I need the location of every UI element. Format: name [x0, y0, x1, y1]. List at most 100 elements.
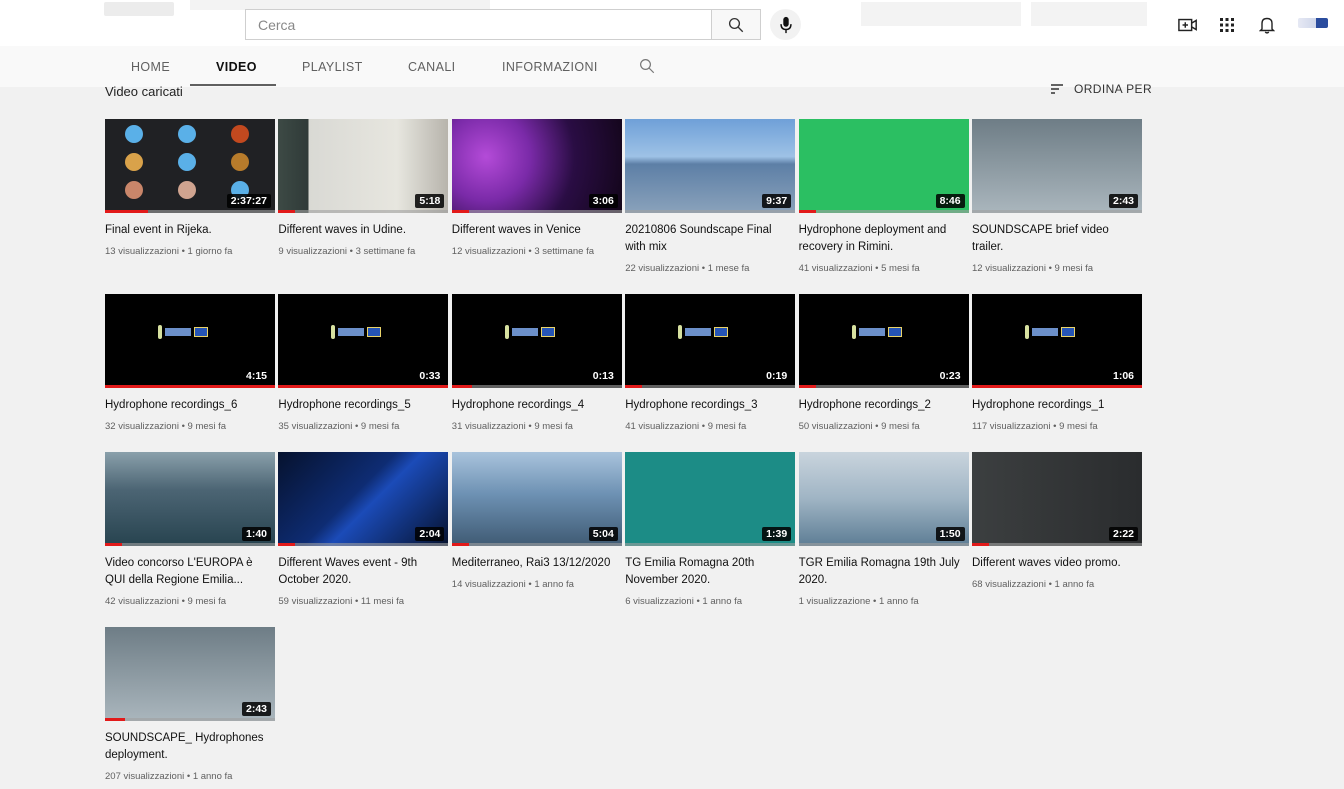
search-button[interactable]	[711, 9, 761, 40]
video-card[interactable]: 5:04 Mediterraneo, Rai3 13/12/2020 14 visu…	[451, 452, 622, 590]
watch-progress-track	[451, 385, 622, 388]
video-card[interactable]: 1:06 Hydrophone recordings_1 117 visualizz…	[972, 294, 1142, 432]
video-meta: 41 visualizzazioni • 9 mesi fa	[625, 421, 747, 432]
video-duration: 5:18	[415, 194, 445, 208]
watch-progress-track	[625, 210, 796, 213]
video-thumbnail[interactable]: 1:39	[625, 452, 796, 546]
video-card[interactable]: 0:13 Hydrophone recordings_4 31 visualizza…	[451, 294, 622, 432]
video-title[interactable]: Different waves in Venice	[452, 222, 622, 239]
search-input-container[interactable]	[245, 9, 711, 40]
video-card[interactable]: 2:43 SOUNDSCAPE_ Hydrophones deployment. 2…	[105, 627, 275, 782]
video-title[interactable]: TGR Emilia Romagna 19th July 2020.	[799, 555, 969, 589]
channel-tab-bar: HOME VIDEO PLAYLIST CANALI INFORMAZIONI	[0, 46, 1344, 87]
video-card[interactable]: 0:23 Hydrophone recordings_2 50 visualizza…	[798, 294, 969, 432]
video-thumbnail[interactable]: 2:43	[105, 627, 275, 721]
video-title[interactable]: Mediterraneo, Rai3 13/12/2020	[452, 555, 622, 572]
video-card[interactable]: 2:43 SOUNDSCAPE brief video trailer. 12 vi…	[972, 119, 1142, 274]
watch-progress-track	[451, 543, 622, 546]
video-card[interactable]: 2:22 Different waves video promo. 68 visua…	[972, 452, 1142, 590]
video-title[interactable]: Hydrophone recordings_5	[278, 397, 448, 414]
video-thumbnail[interactable]: 0:13	[451, 294, 622, 388]
video-duration: 9:37	[762, 194, 792, 208]
video-card[interactable]: 9:37 20210806 Soundscape Final with mix 22…	[625, 119, 796, 274]
apps-grid-icon	[1220, 18, 1234, 32]
video-meta: 117 visualizzazioni • 9 mesi fa	[972, 421, 1098, 432]
video-thumbnail[interactable]: 1:50	[798, 452, 969, 546]
video-card[interactable]: 4:15 Hydrophone recordings_6 32 visualizza…	[105, 294, 275, 432]
video-duration: 1:39	[762, 527, 792, 541]
avatar[interactable]	[1298, 18, 1328, 28]
video-thumbnail[interactable]: 1:40	[105, 452, 275, 546]
interreg-logo-icon	[851, 323, 916, 341]
video-title[interactable]: Hydrophone recordings_1	[972, 397, 1142, 414]
create-video-button[interactable]	[1176, 13, 1200, 37]
tab-informazioni[interactable]: INFORMAZIONI	[502, 60, 598, 74]
apps-button[interactable]	[1215, 13, 1239, 37]
video-title[interactable]: Hydrophone recordings_4	[452, 397, 622, 414]
video-thumbnail[interactable]: 5:04	[451, 452, 622, 546]
video-title[interactable]: Hydrophone recordings_3	[625, 397, 795, 414]
section-title: Video caricati	[105, 84, 183, 99]
video-title[interactable]: SOUNDSCAPE_ Hydrophones deployment.	[105, 730, 275, 764]
video-thumbnail[interactable]: 2:22	[972, 452, 1142, 546]
video-title[interactable]: SOUNDSCAPE brief video trailer.	[972, 222, 1142, 256]
participant-avatar-icon	[125, 153, 143, 171]
video-card[interactable]: 0:19 Hydrophone recordings_3 41 visualizza…	[625, 294, 796, 432]
tab-home[interactable]: HOME	[131, 60, 170, 74]
video-thumbnail[interactable]: 5:18	[278, 119, 449, 213]
search-input[interactable]	[246, 10, 711, 39]
video-card[interactable]: 2:04 Different Waves event - 9th October …	[278, 452, 449, 607]
channel-search-button[interactable]	[638, 57, 656, 80]
sort-button[interactable]: ORDINA PER	[1050, 82, 1152, 96]
video-thumbnail[interactable]: 0:19	[625, 294, 796, 388]
video-title[interactable]: 20210806 Soundscape Final with mix	[625, 222, 795, 256]
notifications-button[interactable]	[1255, 13, 1279, 37]
video-title[interactable]: Hydrophone recordings_6	[105, 397, 275, 414]
video-thumbnail[interactable]: 2:04	[278, 452, 449, 546]
header-button-placeholder[interactable]	[1031, 2, 1147, 26]
video-card[interactable]: 2:37:27 Final event in Rijeka. 13 visualiz…	[105, 119, 275, 257]
watch-progress-bar	[105, 210, 148, 213]
video-thumbnail[interactable]: 3:06	[451, 119, 622, 213]
video-thumbnail[interactable]: 1:06	[972, 294, 1142, 388]
video-meta: 22 visualizzazioni • 1 mese fa	[625, 263, 750, 274]
video-meta: 68 visualizzazioni • 1 anno fa	[972, 579, 1095, 590]
search-icon	[728, 17, 744, 32]
video-thumbnail[interactable]: 0:23	[798, 294, 969, 388]
watch-progress-bar	[105, 385, 275, 388]
video-card[interactable]: 3:06 Different waves in Venice 12 visualiz…	[451, 119, 622, 257]
video-thumbnail[interactable]: 4:15	[105, 294, 275, 388]
watch-progress-bar	[798, 210, 816, 213]
video-title[interactable]: Video concorso L'EUROPA è QUI della Regi…	[105, 555, 275, 589]
video-card[interactable]: 1:50 TGR Emilia Romagna 19th July 2020. 1 …	[798, 452, 969, 607]
video-thumbnail[interactable]: 2:43	[972, 119, 1142, 213]
watch-progress-bar	[278, 210, 296, 213]
tab-canali[interactable]: CANALI	[408, 60, 456, 74]
video-title[interactable]: Hydrophone deployment and recovery in Ri…	[799, 222, 969, 256]
interreg-logo-icon	[1025, 323, 1089, 341]
video-card[interactable]: 1:39 TG Emilia Romagna 20th November 2020…	[625, 452, 796, 607]
channel-logo-placeholder	[104, 2, 174, 16]
video-title[interactable]: Final event in Rijeka.	[105, 222, 275, 239]
video-thumbnail[interactable]: 8:46	[798, 119, 969, 213]
video-title[interactable]: TG Emilia Romagna 20th November 2020.	[625, 555, 795, 589]
video-title[interactable]: Different waves video promo.	[972, 555, 1142, 572]
interreg-logo-icon	[331, 323, 395, 341]
sort-label: ORDINA PER	[1074, 82, 1153, 96]
video-thumbnail[interactable]: 2:37:27	[105, 119, 275, 213]
watch-progress-track	[625, 543, 796, 546]
video-thumbnail[interactable]: 9:37	[625, 119, 796, 213]
video-meta: 1 visualizzazione • 1 anno fa	[798, 596, 919, 607]
tab-playlist[interactable]: PLAYLIST	[302, 60, 363, 74]
video-thumbnail[interactable]: 0:33	[278, 294, 449, 388]
video-card[interactable]: 8:46 Hydrophone deployment and recovery i…	[798, 119, 969, 274]
video-card[interactable]: 0:33 Hydrophone recordings_5 35 visualizza…	[278, 294, 449, 432]
tab-video[interactable]: VIDEO	[216, 60, 257, 74]
header-button-placeholder[interactable]	[861, 2, 1021, 26]
video-title[interactable]: Hydrophone recordings_2	[799, 397, 969, 414]
voice-search-button[interactable]	[770, 9, 801, 40]
video-title[interactable]: Different Waves event - 9th October 2020…	[278, 555, 448, 589]
video-card[interactable]: 5:18 Different waves in Udine. 9 visualizz…	[278, 119, 449, 257]
video-card[interactable]: 1:40 Video concorso L'EUROPA è QUI della …	[105, 452, 275, 607]
video-title[interactable]: Different waves in Udine.	[278, 222, 448, 239]
